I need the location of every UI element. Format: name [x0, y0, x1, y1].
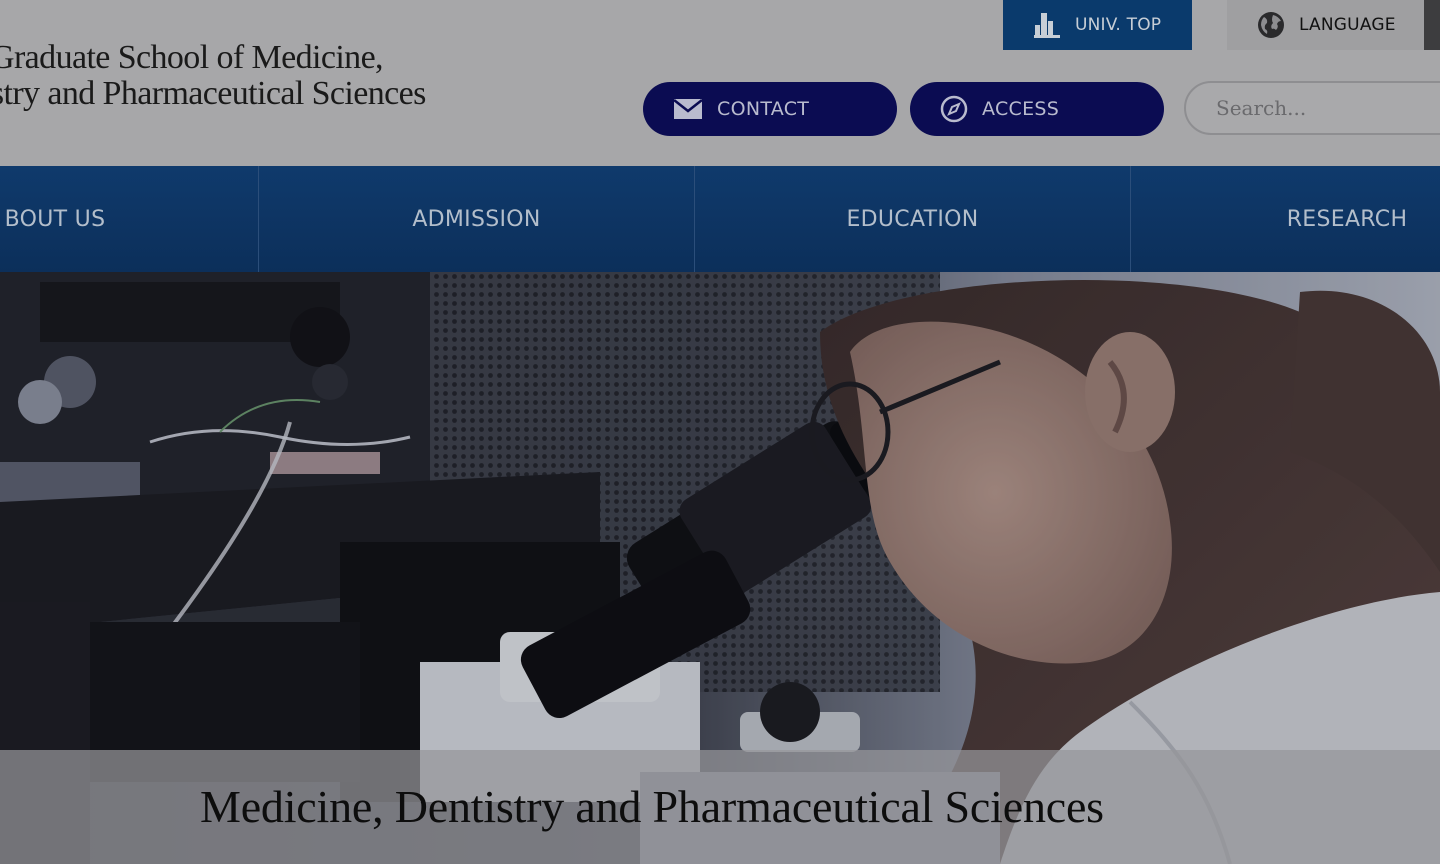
univ-top-label: UNIV. TOP	[1075, 15, 1162, 35]
univ-top-button[interactable]: UNIV. TOP	[1003, 0, 1192, 50]
access-button[interactable]: ACCESS	[910, 82, 1164, 136]
site-title-line2: istry and Pharmaceutical Sciences	[0, 75, 426, 112]
main-nav: BOUT US ADMISSION EDUCATION RESEARCH	[0, 166, 1440, 272]
compass-icon	[940, 95, 968, 123]
contact-label: CONTACT	[717, 98, 810, 120]
envelope-icon	[673, 98, 703, 120]
hero-caption: Medicine, Dentistry and Pharmaceutical S…	[200, 781, 1104, 832]
site-header: Graduate School of Medicine, istry and P…	[0, 0, 1440, 166]
globe-icon	[1257, 11, 1285, 39]
hero-banner: Medicine, Dentistry and Pharmaceutical S…	[0, 272, 1440, 864]
site-title[interactable]: Graduate School of Medicine, istry and P…	[0, 40, 426, 112]
nav-item-label: RESEARCH	[1286, 206, 1408, 232]
nav-item-label: EDUCATION	[846, 206, 979, 232]
nav-item-education[interactable]: EDUCATION	[695, 166, 1130, 272]
site-title-line1: Graduate School of Medicine,	[0, 39, 384, 76]
language-button[interactable]: LANGUAGE	[1227, 0, 1427, 50]
search-input[interactable]	[1184, 81, 1440, 135]
language-label: LANGUAGE	[1299, 15, 1396, 35]
building-icon	[1033, 11, 1061, 39]
access-label: ACCESS	[982, 98, 1060, 120]
language-dropdown-edge	[1424, 0, 1440, 50]
nav-item-label: BOUT US	[4, 206, 106, 232]
contact-button[interactable]: CONTACT	[643, 82, 897, 136]
nav-item-about-us[interactable]: BOUT US	[0, 166, 130, 272]
nav-item-label: ADMISSION	[412, 206, 541, 232]
nav-item-admission[interactable]: ADMISSION	[259, 166, 694, 272]
nav-item-research[interactable]: RESEARCH	[1131, 166, 1440, 272]
